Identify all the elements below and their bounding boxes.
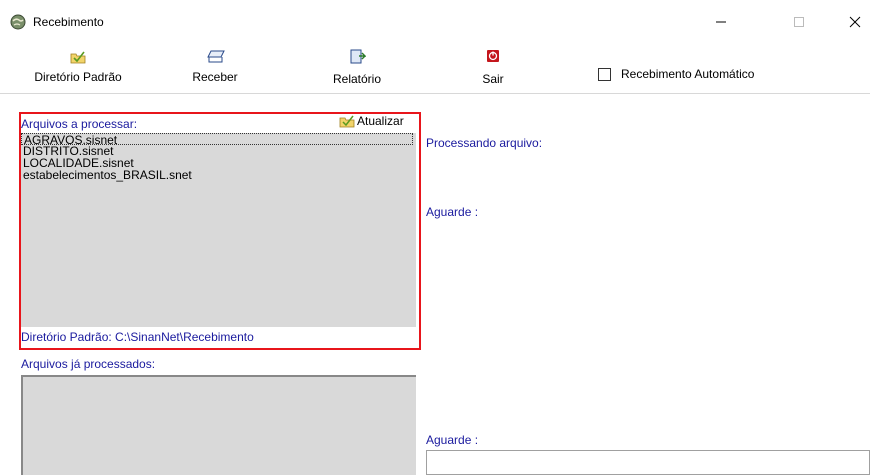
refresh-button[interactable]: Atualizar — [339, 114, 404, 128]
power-exit-icon — [484, 48, 502, 66]
list-item[interactable]: estabelecimentos_BRASIL.snet — [21, 169, 416, 181]
status-text-box — [426, 450, 870, 475]
files-to-process-title: Arquivos a processar: — [21, 117, 138, 131]
auto-receive-option[interactable]: Recebimento Automático — [598, 67, 754, 81]
exit-button[interactable]: Sair — [468, 48, 518, 86]
processing-file-label: Processando arquivo: — [426, 136, 543, 150]
title-bar: Recebimento — [0, 0, 870, 44]
maximize-icon — [794, 17, 804, 27]
exit-label: Sair — [482, 72, 504, 86]
minimize-button[interactable] — [698, 8, 744, 36]
folder-check-icon — [69, 48, 87, 66]
receive-label: Receber — [192, 70, 238, 84]
default-directory-label: Diretório Padrão — [34, 70, 122, 84]
folder-check-icon — [339, 114, 355, 128]
inbox-tray-icon — [206, 48, 225, 66]
processed-files-title: Arquivos já processados: — [21, 357, 156, 371]
report-document-icon — [348, 48, 367, 66]
window-title: Recebimento — [33, 15, 104, 29]
default-directory-button[interactable]: Diretório Padrão — [30, 48, 126, 84]
files-to-process-list[interactable]: AGRAVOS.sisnet DISTRITO.sisnet LOCALIDAD… — [21, 133, 416, 327]
report-label: Relatório — [332, 72, 382, 86]
close-button[interactable] — [832, 8, 870, 36]
toolbar: Diretório Padrão Receber Relatório Sair … — [0, 44, 870, 94]
receive-button[interactable]: Receber — [185, 48, 245, 84]
app-globe-icon — [10, 14, 26, 30]
auto-receive-label: Recebimento Automático — [621, 67, 755, 81]
wait-label-bottom: Aguarde : — [426, 433, 479, 447]
default-directory-path: Diretório Padrão: C:\SinanNet\Recebiment… — [21, 330, 254, 344]
refresh-label: Atualizar — [357, 114, 404, 128]
auto-receive-checkbox[interactable] — [598, 67, 611, 81]
maximize-button[interactable] — [776, 8, 822, 36]
wait-label-top: Aguarde : — [426, 205, 479, 219]
report-button[interactable]: Relatório — [327, 48, 387, 86]
minimize-icon — [716, 21, 726, 23]
close-icon — [849, 16, 861, 28]
processed-files-list[interactable] — [21, 375, 416, 475]
